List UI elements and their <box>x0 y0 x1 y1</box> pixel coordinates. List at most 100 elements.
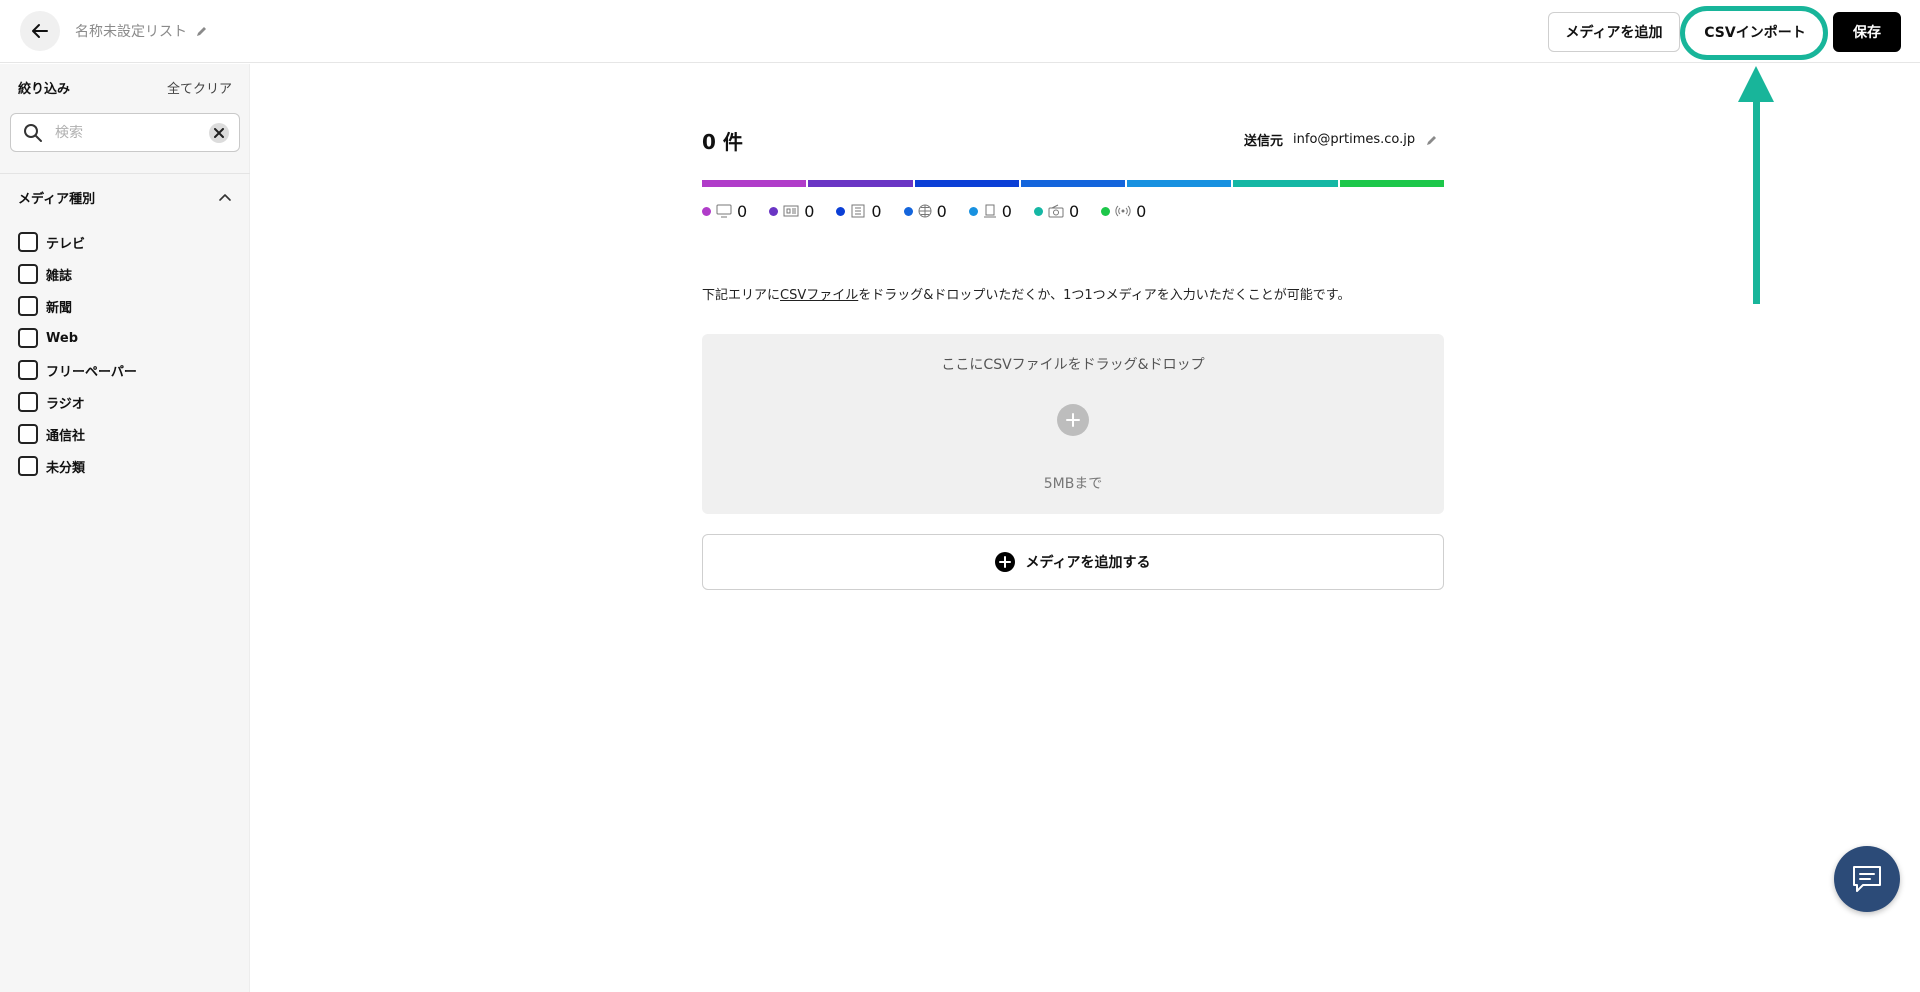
sender-label: 送信元 <box>1244 134 1284 149</box>
media-count: 0 件 <box>702 130 743 154</box>
filter-header: 絞り込み 全てクリア <box>18 78 232 97</box>
bar-segment <box>1020 180 1126 187</box>
globe-icon <box>918 204 932 218</box>
add-media-header-button[interactable]: メディアを追加 <box>1548 12 1680 52</box>
legend-magazine: 0 <box>769 202 814 221</box>
search-box <box>10 113 240 152</box>
save-button[interactable]: 保存 <box>1833 12 1901 52</box>
legend-value: 0 <box>804 201 815 221</box>
checkbox[interactable] <box>18 456 38 476</box>
legend-dot <box>1033 206 1043 216</box>
search-icon <box>24 124 42 142</box>
add-file-button[interactable] <box>1057 404 1089 436</box>
bar-segment <box>702 180 807 187</box>
arrow-up-annotation <box>1738 66 1774 304</box>
intro-after: をドラッグ&ドロップいただくか、1つ1つメディアを入力いただくことが可能です。 <box>858 288 1351 303</box>
legend-web: 0 <box>903 201 947 221</box>
checkbox-label: 新聞 <box>46 300 73 316</box>
legend-value: 0 <box>936 201 947 221</box>
search-input[interactable] <box>55 122 205 144</box>
top-bar: 名称未設定リスト メディアを追加 CSVインポート 保存 <box>0 0 1920 63</box>
legend-value: 0 <box>1136 201 1147 221</box>
drop-zone-text: ここにCSVファイルをドラッグ&ドロップ <box>941 357 1205 373</box>
radio-icon <box>1048 204 1064 218</box>
divider <box>0 173 250 174</box>
clear-all-link[interactable]: 全てクリア <box>167 78 232 97</box>
checkbox[interactable] <box>18 392 38 412</box>
tv-icon <box>716 204 732 218</box>
bar-segment <box>1339 180 1444 187</box>
checkbox-radio[interactable]: ラジオ <box>18 386 137 418</box>
filter-sidebar: 絞り込み 全てクリア メディア種別 テレビ 雑誌 新聞 Web フリーペーパー … <box>0 64 250 992</box>
legend-value: 0 <box>737 201 748 221</box>
newspaper-icon <box>851 204 865 218</box>
add-media-button[interactable]: メディアを追加する <box>702 534 1444 590</box>
checkbox-freepaper[interactable]: フリーペーパー <box>18 354 137 386</box>
magazine-icon <box>783 205 799 217</box>
intro-before: 下記エリアに <box>702 288 781 303</box>
close-icon <box>214 128 224 138</box>
plus-circle-icon <box>995 552 1016 572</box>
checkbox-label: Web <box>46 330 78 346</box>
legend-dot <box>1101 206 1111 216</box>
instruction-text: 下記エリアにCSVファイルをドラッグ&ドロップいただくか、1つ1つメディアを入力… <box>702 284 1350 303</box>
checkbox-label: 雑誌 <box>46 268 73 284</box>
freepaper-icon <box>983 204 996 218</box>
bar-segment <box>1233 180 1338 187</box>
list-name[interactable]: 名称未設定リスト <box>75 21 209 41</box>
file-size-limit: 5MBまで <box>1043 476 1103 492</box>
legend-newspaper: 0 <box>836 201 882 221</box>
broadcast-icon <box>1115 205 1131 217</box>
pencil-icon[interactable] <box>1425 133 1439 147</box>
bar-segment <box>1127 180 1232 187</box>
chat-icon <box>1853 866 1881 892</box>
legend-radio: 0 <box>1033 201 1080 221</box>
csv-import-button[interactable]: CSVインポート <box>1689 12 1821 52</box>
media-type-list: テレビ 雑誌 新聞 Web フリーペーパー ラジオ 通信社 未分類 <box>18 226 137 482</box>
bar-segment <box>914 180 1019 187</box>
add-media-label: メディアを追加する <box>1025 555 1151 571</box>
media-type-section-toggle[interactable]: メディア種別 <box>18 188 232 207</box>
legend-value: 0 <box>1001 201 1012 221</box>
media-type-legend: 0 0 0 0 0 0 0 <box>702 201 1168 221</box>
legend-freepaper: 0 <box>968 201 1012 221</box>
checkbox[interactable] <box>18 360 38 380</box>
clear-search-button[interactable] <box>209 123 229 143</box>
pencil-icon[interactable] <box>195 24 209 38</box>
checkbox[interactable] <box>18 232 38 252</box>
checkbox[interactable] <box>18 328 38 348</box>
section-title: メディア種別 <box>18 192 96 207</box>
checkbox-magazine[interactable]: 雑誌 <box>18 258 137 290</box>
legend-value: 0 <box>871 201 882 221</box>
checkbox-news-agency[interactable]: 通信社 <box>18 418 137 450</box>
arrow-left-icon <box>32 24 48 38</box>
media-type-bar <box>702 180 1444 188</box>
bar-segment <box>808 180 913 187</box>
checkbox-label: 通信社 <box>46 428 86 444</box>
sender-info: 送信元 info@prtimes.co.jp <box>1244 130 1439 149</box>
legend-dot <box>836 206 846 216</box>
chevron-up-icon <box>219 193 231 201</box>
legend-dot <box>903 206 913 216</box>
checkbox-tv[interactable]: テレビ <box>18 226 137 258</box>
checkbox-label: ラジオ <box>46 396 85 412</box>
filter-title: 絞り込み <box>18 82 71 97</box>
chat-button[interactable] <box>1834 846 1900 912</box>
legend-dot <box>968 206 978 216</box>
checkbox[interactable] <box>18 424 38 444</box>
checkbox-web[interactable]: Web <box>18 322 137 354</box>
legend-dot <box>702 206 711 216</box>
back-button[interactable] <box>20 11 60 51</box>
checkbox-newspaper[interactable]: 新聞 <box>18 290 137 322</box>
sender-email: info@prtimes.co.jp <box>1293 132 1416 147</box>
csv-file-link[interactable]: CSVファイル <box>780 288 858 303</box>
csv-drop-zone[interactable]: ここにCSVファイルをドラッグ&ドロップ 5MBまで <box>702 334 1444 514</box>
checkbox-uncategorized[interactable]: 未分類 <box>18 450 137 482</box>
checkbox[interactable] <box>18 264 38 284</box>
legend-value: 0 <box>1068 201 1080 221</box>
checkbox[interactable] <box>18 296 38 316</box>
list-name-text: 名称未設定リスト <box>75 24 187 40</box>
legend-tv: 0 <box>702 202 747 221</box>
legend-news-agency: 0 <box>1101 202 1146 221</box>
legend-dot <box>769 206 779 216</box>
